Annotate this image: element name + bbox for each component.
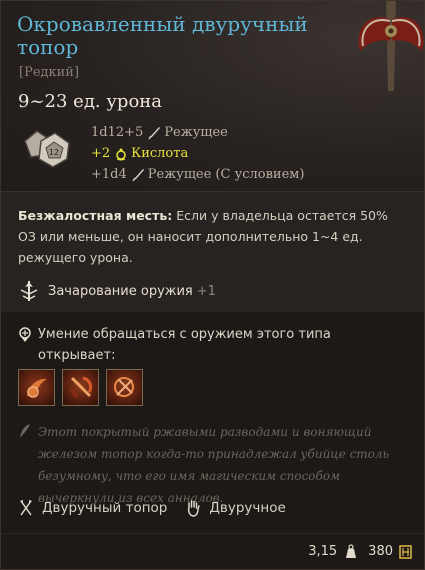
item-weight: 3,15 [308,544,338,559]
unlocked-actions [18,369,143,406]
weight-icon [346,544,357,558]
dice-icon: 12 [24,130,70,168]
crossed-axes-icon[interactable] [18,499,34,517]
damage-line: 1d12+5 Режущее [91,122,304,143]
passive-name: Безжалостная месть: [18,208,173,223]
lore-text-block: Этот покрытый ржавыми разводами и воняющ… [18,421,413,509]
item-tooltip: Окровавленный двуручный топор [Редкий] 9… [0,0,425,570]
tenacity-action-icon[interactable] [106,369,143,406]
damage-dice: 1d12+5 [91,125,144,140]
acid-icon [116,148,126,160]
damage-dice: +2 [91,146,111,161]
item-properties: Двуручный топор Двуручное [18,499,286,517]
lacerate-action-icon[interactable] [62,369,99,406]
damage-type: Режущее (С условием) [147,167,305,182]
tooltip-footer: 3,15 380 [1,533,424,569]
cleave-action-icon[interactable] [18,369,55,406]
quill-icon [20,424,30,438]
damage-range: 9~23 ед. урона [18,91,163,112]
proficiency-text: Умение обращаться с оружием этого типа о… [38,327,331,363]
proficiency-icon [19,327,31,342]
item-value: 380 [368,544,393,559]
handedness[interactable]: Двуручное [209,500,285,516]
lore-text: Этот покрытый ржавыми разводами и воняющ… [38,425,390,505]
weapon-type[interactable]: Двуручный топор [42,500,167,516]
damage-line: +2 Кислота [91,143,304,164]
weapon-enchantment[interactable]: Зачарование оружия +1 [18,280,216,302]
blade-icon [148,126,161,139]
enchantment-label: Зачарование оружия [48,283,193,299]
enchantment-value: +1 [196,283,216,299]
proficiency-note: Умение обращаться с оружием этого типа о… [18,324,408,366]
tooltip-header: Окровавленный двуручный топор [Редкий] 9… [1,1,424,191]
item-name: Окровавленный двуручный топор [17,12,308,59]
item-rarity: [Редкий] [19,65,80,80]
blade-icon [132,168,144,181]
gold-icon [399,544,412,559]
damage-dice: +1d4 [91,167,127,182]
dice-label: 12 [49,148,59,157]
damage-lines: 1d12+5 Режущее +2 Кислота +1d4 Режущее (… [91,122,304,185]
axe-item-icon [358,1,424,91]
enchantment-icon [20,281,38,301]
passive-description: Безжалостная месть: Если у владельца ост… [18,205,403,268]
hand-icon[interactable] [185,499,201,517]
damage-line: +1d4 Режущее (С условием) [91,164,304,185]
damage-type: Режущее [164,125,228,140]
damage-type: Кислота [131,146,189,161]
